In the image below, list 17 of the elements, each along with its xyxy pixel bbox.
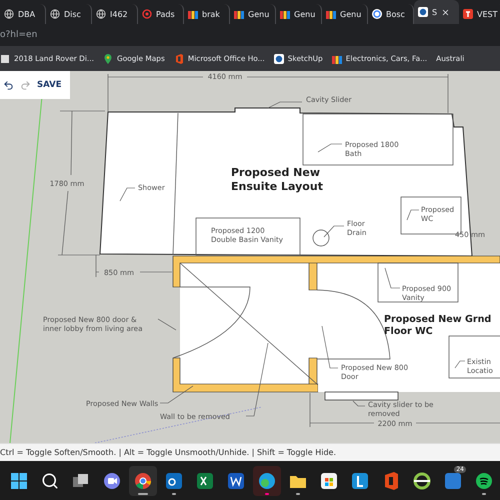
tab-title: Disc xyxy=(64,10,81,18)
tab-title: Genu xyxy=(294,10,316,18)
tab-title: Bosc xyxy=(386,10,405,18)
save-button[interactable]: SAVE xyxy=(37,80,62,90)
tab-title: brak xyxy=(202,10,220,18)
tab-title: VEST xyxy=(477,10,498,18)
room-title: Proposed New Grnd Floor WC xyxy=(384,314,492,337)
tab-title: Pads xyxy=(156,10,175,18)
tab-title: DBA xyxy=(18,10,36,18)
tab-title: Genu xyxy=(248,10,270,18)
status-bar: Ctrl = Toggle Soften/Smooth. | Alt = Toggle Unsmooth/Unhide. | Shift = Toggle Hide. xyxy=(0,443,500,461)
browser-tab[interactable]: S xyxy=(414,0,459,24)
tab-title: Genu xyxy=(340,10,362,18)
tab-title: S xyxy=(432,8,438,16)
room-title: Proposed New Ensuite Layout xyxy=(231,166,323,193)
address-field[interactable]: o?hl=en xyxy=(0,24,500,46)
tab-title: I462 xyxy=(110,10,128,18)
